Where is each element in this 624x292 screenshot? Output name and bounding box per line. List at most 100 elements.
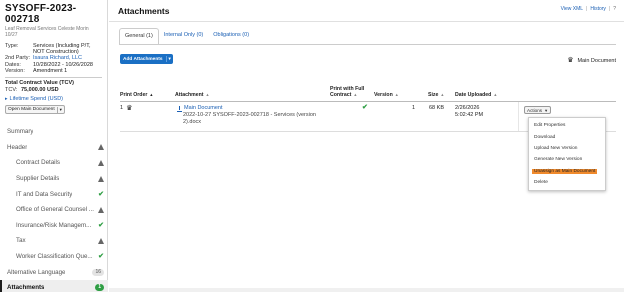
divider [5,77,102,79]
sidebar-item-supplier-details[interactable]: Supplier Details [0,171,108,187]
view-xml-link[interactable]: View XML [561,6,583,12]
header-links: View XML | History | ? [561,6,616,12]
meta-key: Version: [5,67,25,74]
sort-icon: ▲ [440,92,445,97]
warning-icon [98,175,104,182]
contract-meta: Type: Services (Including P/T, NOT Const… [5,43,102,74]
sidebar-item-label: Supplier Details [16,175,60,183]
menu-item-label: Generate New Version [534,157,583,163]
contract-subtitle: Leaf Removal Services Celeste Morin 10/2… [5,26,89,38]
menu-item-upload-new-version[interactable]: Upload New Version [529,143,605,154]
count-badge: 1 [95,284,104,292]
meta-version: Version: Amendment 1 [5,68,102,74]
sidebar-item-office-of-general-counsel[interactable]: Office of General Counsel ... [0,202,108,218]
sidebar-item-alternative-language[interactable]: Alternative Language 16 [0,264,108,280]
sidebar-item-it-and-data-security[interactable]: IT and Data Security ✔ [0,186,108,202]
col-label: Version [374,92,393,98]
sort-asc-icon: ▲ [149,92,154,97]
main-document-legend-label: Main Document [577,57,616,64]
separator: | [586,6,588,12]
tab-general[interactable]: General (1) [119,28,159,44]
tcv-row: TCV: 75,000.00 USD [5,87,102,94]
check-icon: ✔ [362,104,368,111]
chevron-down-icon[interactable]: ▾ [56,106,62,113]
print-order-value: 1 [120,105,124,111]
actions-label: Actions [527,107,543,113]
sidebar-item-label: Alternative Language [7,268,66,276]
date-value: 2/26/2026 [455,105,480,111]
history-link[interactable]: History [590,6,606,12]
attachment-cell: Main Document [177,105,223,112]
crown-icon: ♛ [567,57,574,64]
menu-item-label: Unassign as Main Document [532,168,598,174]
col-label: Size [428,92,439,98]
menu-item-label: Download [534,134,556,140]
sidebar-item-contract-details[interactable]: Contract Details [0,155,108,171]
chevron-down-icon[interactable]: ▾ [165,56,171,62]
menu-item-label: Delete [534,180,548,186]
warning-icon [98,237,104,244]
sidebar-item-tax[interactable]: Tax [0,233,108,249]
open-main-document-button[interactable]: Open Main Document ▾ [5,105,65,115]
menu-item-edit-properties[interactable]: Edit Properties [529,120,605,131]
help-icon[interactable]: ? [613,6,616,12]
column-divider [518,102,519,131]
separator: | [608,6,611,12]
print-full-contract-cell: ✔ [362,104,368,112]
menu-item-label: Edit Properties [534,123,566,129]
col-print-full-contract[interactable]: Print with Full Contract ▲ [330,86,374,98]
col-size[interactable]: Size ▲ [428,92,444,98]
warning-icon [98,144,104,151]
col-label: Date Uploaded [455,92,492,98]
menu-item-delete[interactable]: Delete [529,177,605,188]
check-icon: ✔ [98,190,104,198]
menu-item-label: Upload New Version [534,145,578,151]
print-order-cell: 1 ♛ [120,105,132,112]
main-document-legend: ♛ Main Document [567,57,616,64]
crown-icon: ♛ [126,105,133,112]
download-icon [177,105,182,112]
tcv-currency: USD [47,86,59,93]
sidebar-item-summary[interactable]: Summary [0,124,108,140]
lifetime-spend-toggle[interactable]: ▸ Lifetime Spend (USD) [5,96,102,102]
actions-button[interactable]: Actions ▼ [524,106,552,114]
sidebar-item-label: Insurance/Risk Managem... [16,221,92,229]
sidebar-item-attachments[interactable]: Attachments 1 [0,279,108,292]
col-date-uploaded[interactable]: Date Uploaded ▲ [455,92,497,98]
col-attachment[interactable]: Attachment ▲ [175,92,210,98]
menu-item-generate-new-version[interactable]: Generate New Version [529,154,605,165]
file-name: 2022-10-27 SYSOFF-2023-002718 - Services… [183,112,316,125]
page-title: Attachments [118,6,170,16]
table-header: Print Order ▲ Attachment ▲ Print with Full… [120,81,616,102]
time-value: 5:02:42 PM [455,112,484,118]
sort-icon: ▲ [205,92,210,97]
sidebar-item-label: Worker Classification Que... [16,253,93,261]
menu-item-unassign-as-main-document[interactable]: Unassign as Main Document [529,166,605,177]
check-icon: ✔ [98,221,104,229]
sidebar-item-insurance-risk-managem[interactable]: Insurance/Risk Managem... ✔ [0,218,108,234]
sidebar-item-label: Contract Details [16,159,61,167]
col-version[interactable]: Version ▲ [374,92,399,98]
tcv-key: TCV: [5,86,18,93]
contract-summary: SYSOFF-2023-002718 Leaf Removal Services… [0,0,107,115]
actions-menu: Edit Properties Download Upload New Versio… [528,117,606,192]
add-attachments-label: Add Attachments [123,56,163,62]
sort-icon: ▲ [493,92,498,97]
tab-internal-only[interactable]: Internal Only (0) [159,28,208,44]
horizontal-scrollbar[interactable] [109,288,624,292]
sidebar-item-label: Tax [16,237,26,245]
main-document-link[interactable]: Main Document [177,105,223,112]
version-value: 1 [412,105,416,111]
col-print-order[interactable]: Print Order ▲ [120,92,153,98]
add-attachments-button[interactable]: Add Attachments ▾ [120,54,173,64]
attachment-tabs: General (1) Internal Only (0) Obligation… [119,28,254,44]
divider [119,44,616,45]
menu-item-download[interactable]: Download [529,131,605,142]
meta-type: Type: Services (Including P/T, NOT Const… [5,43,102,55]
meta-key: Type: [5,43,19,49]
date-uploaded-cell: 2/26/2026 5:02:42 PM [455,105,483,119]
tab-obligations[interactable]: Obligations (0) [208,28,254,44]
sidebar-item-worker-classification-que[interactable]: Worker Classification Que... ✔ [0,249,108,265]
meta-value: Services (Including P/T, NOT Constructio… [33,43,91,56]
sidebar-item-header[interactable]: Header [0,140,108,156]
